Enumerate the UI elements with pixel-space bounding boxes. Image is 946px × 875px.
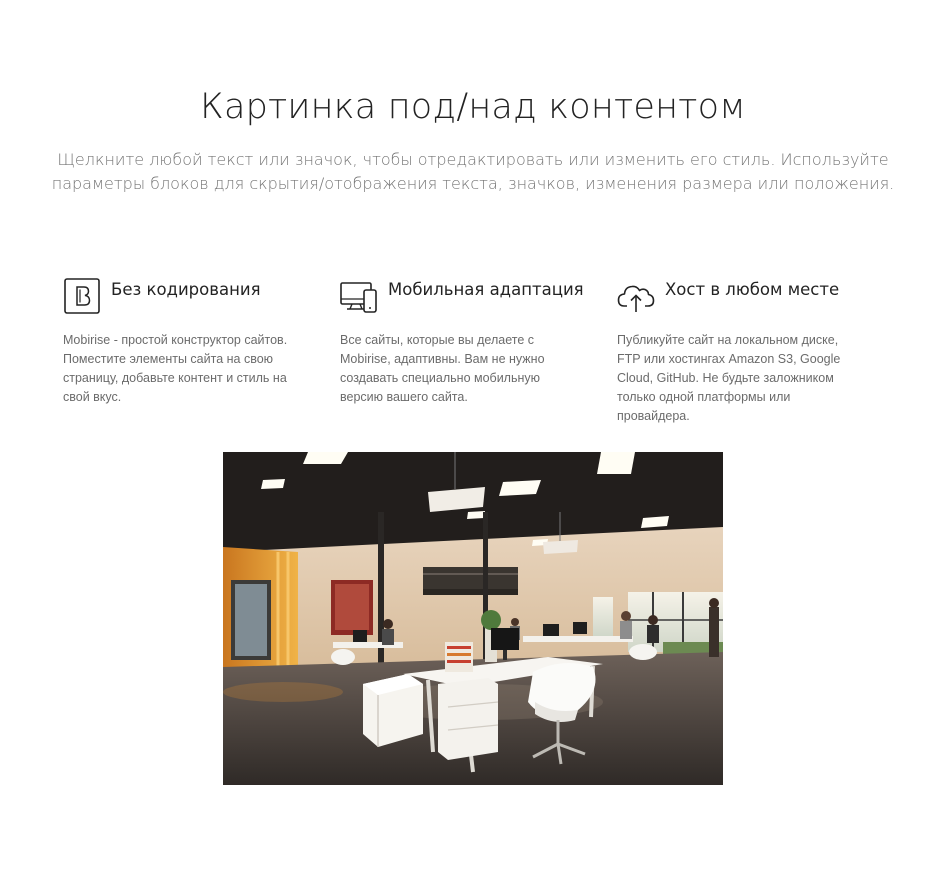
feature-text: Все сайты, которые вы делаете с Mobirise…: [340, 333, 545, 404]
feature-title: Мобильная адаптация: [388, 280, 584, 299]
cloud-upload-icon: [617, 277, 655, 315]
desktop-mobile-icon: [340, 277, 378, 315]
feature-text: Публикуйте сайт на локальном диске, FTP …: [617, 333, 841, 423]
office-photo: [223, 452, 723, 785]
feature-text: Mobirise - простой конструктор сайтов. П…: [63, 333, 288, 404]
feature-title: Без кодирования: [111, 280, 261, 299]
feature-card-hosting: Хост в любом месте Публикуйте сайт на ло…: [617, 277, 867, 426]
section-title: Картинка под/над контентом: [200, 87, 746, 127]
bootstrap-b-icon: [63, 277, 101, 315]
section-subtitle: Щелкните любой текст или значок, чтобы о…: [51, 150, 895, 193]
feature-card-no-coding: Без кодирования Mobirise - простой конст…: [63, 277, 313, 407]
feature-title: Хост в любом месте: [665, 280, 840, 299]
feature-card-mobile: Мобильная адаптация Все сайты, которые в…: [340, 277, 590, 407]
